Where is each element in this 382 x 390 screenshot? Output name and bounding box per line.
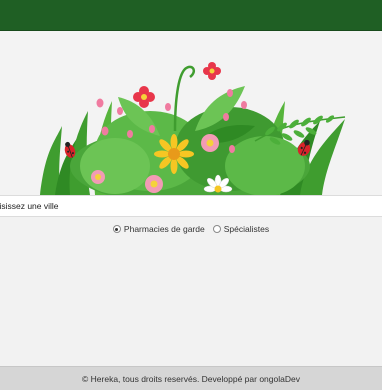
radio-label: Spécialistes bbox=[223, 224, 270, 234]
radio-checked-icon[interactable] bbox=[112, 225, 121, 233]
footer-copyright: © Hereka, tous droits reservés. Developp… bbox=[82, 373, 300, 384]
filter-radio-group: Pharmacies de garde Spécialistes bbox=[0, 222, 382, 236]
footer: © Hereka, tous droits reservés. Developp… bbox=[0, 366, 382, 390]
flowers-illustration bbox=[40, 62, 346, 195]
hero-flowers-illustration bbox=[0, 31, 382, 195]
radio-unchecked-icon[interactable] bbox=[212, 225, 221, 233]
radio-label: Pharmacies de garde bbox=[123, 224, 205, 234]
radio-pharmacies-de-garde[interactable]: Pharmacies de garde bbox=[112, 224, 205, 234]
city-search-bar bbox=[0, 195, 382, 217]
top-navbar bbox=[0, 0, 382, 31]
city-search-input[interactable] bbox=[0, 196, 382, 216]
radio-specialistes[interactable]: Spécialistes bbox=[212, 224, 270, 234]
